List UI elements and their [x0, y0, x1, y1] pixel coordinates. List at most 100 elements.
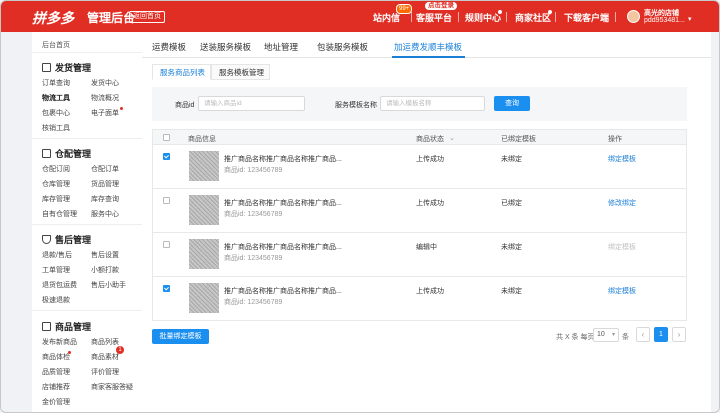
- row-checkbox[interactable]: [163, 241, 170, 248]
- sidebar-item-product-checkup[interactable]: 商品体检: [42, 352, 70, 362]
- e-waybill-notify-dot: [120, 107, 123, 110]
- sidebar-item-product-list[interactable]: 商品列表: [91, 337, 119, 347]
- page-size-select[interactable]: 10 ▾: [593, 328, 619, 342]
- sidebar-item-warehouse-orders[interactable]: 仓配订单: [91, 164, 119, 174]
- col-product-status[interactable]: 商品状态: [416, 134, 444, 144]
- back-home-button[interactable]: 返回首页: [129, 11, 165, 23]
- sidebar-group-warehouse[interactable]: 仓配管理: [42, 147, 91, 160]
- sort-chevron-icon[interactable]: ⌄: [449, 134, 455, 142]
- bind-template-link[interactable]: 绑定模板: [608, 154, 636, 164]
- sidebar-divider: [32, 52, 142, 53]
- main-content: 运费模板 送装服务模板 地址管理 包装服务模板 加运费发顺丰模板 服务商品列表 …: [142, 32, 711, 412]
- col-bound-template: 已绑定模板: [501, 136, 536, 143]
- table-row: 推广商品名称推广商品名称推广商品... 商品id: 123456789 上传成功…: [152, 189, 687, 233]
- bound-template: 未绑定: [501, 156, 522, 163]
- sidebar-item-customer-qa[interactable]: 商家客服答疑: [91, 382, 133, 392]
- bind-template-link[interactable]: 绑定模板: [608, 286, 636, 296]
- table-row: 推广商品名称推广商品名称推广商品... 商品id: 123456789 编辑中 …: [152, 233, 687, 277]
- sidebar-group-after-sales[interactable]: 售后管理: [42, 233, 91, 246]
- next-page-button[interactable]: ›: [672, 327, 686, 342]
- active-tab-indicator: [392, 56, 465, 58]
- sidebar-item-writeoff-tools[interactable]: 核销工具: [42, 123, 70, 133]
- sidebar-item-refunds[interactable]: 退款/售后: [42, 250, 72, 260]
- nav-inbox[interactable]: 站内信: [373, 11, 400, 24]
- community-notify-dot: [548, 10, 552, 14]
- product-id-input[interactable]: 请输入商品id: [198, 96, 305, 111]
- sidebar-item-publish-product[interactable]: 发布新商品: [42, 337, 77, 347]
- sidebar-group-products[interactable]: 商品管理: [42, 320, 91, 333]
- brand-logo[interactable]: 拼多多: [32, 8, 74, 28]
- sidebar-item-shipping-center[interactable]: 发货中心: [91, 78, 119, 88]
- nav-rules-center[interactable]: 规则中心: [465, 11, 501, 24]
- sidebar-item-logistics-tools[interactable]: 物流工具: [42, 93, 70, 103]
- search-button[interactable]: 查询: [494, 96, 530, 111]
- row-checkbox[interactable]: [163, 197, 170, 204]
- product-thumbnail: [189, 239, 219, 269]
- bag-icon: [42, 322, 51, 331]
- tab-packaging-template[interactable]: 包装服务模板: [317, 41, 368, 53]
- sidebar-item-own-warehouse[interactable]: 自有仓管理: [42, 209, 77, 219]
- col-product-info: 商品信息: [188, 136, 216, 143]
- store-avatar[interactable]: [627, 10, 640, 23]
- sidebar-item-tickets[interactable]: 工单管理: [42, 265, 70, 275]
- sidebar-item-warehouse-subscribe[interactable]: 仓配订阅: [42, 164, 70, 174]
- sidebar-group-label: 商品管理: [55, 322, 92, 332]
- sidebar-item-review-manage[interactable]: 评价管理: [91, 367, 119, 377]
- bound-template: 未绑定: [501, 244, 522, 251]
- sidebar-item-e-waybill[interactable]: 电子面单: [91, 108, 119, 118]
- template-name-input[interactable]: 请输入模板名称: [380, 96, 485, 111]
- sidebar-item-small-payment[interactable]: 小额打款: [91, 265, 119, 275]
- sidebar-item-gold-price[interactable]: 金价管理: [42, 397, 70, 407]
- sidebar-item-inventory-query[interactable]: 库存查询: [91, 194, 119, 204]
- nav-divider: [615, 12, 616, 22]
- product-name: 推广商品名称推广商品名称推广商品...: [224, 200, 342, 207]
- top-bar: 拼多多 管理后台 返回首页 站内信 99+ 点击登录 客服平台 规则中心 商家社…: [1, 1, 719, 32]
- product-status: 编辑中: [416, 244, 437, 251]
- nav-divider: [555, 12, 556, 22]
- sidebar-divider: [32, 138, 142, 139]
- sidebar-item-service-center[interactable]: 服务中心: [91, 209, 119, 219]
- sidebar-group-shipping[interactable]: 发货管理: [42, 61, 91, 74]
- sidebar-item-return-shipping[interactable]: 退货包运费: [42, 280, 77, 290]
- tab-shipping-fee-template[interactable]: 运费模板: [152, 41, 186, 53]
- tab-delivery-install-template[interactable]: 送装服务模板: [200, 41, 251, 53]
- store-id: pdd953481...: [644, 17, 685, 24]
- nav-merchant-community[interactable]: 商家社区: [515, 11, 551, 24]
- row-checkbox[interactable]: [163, 285, 170, 292]
- row-checkbox[interactable]: [163, 153, 170, 160]
- sidebar-item-inventory-manage[interactable]: 库存管理: [42, 194, 70, 204]
- product-thumbnail: [189, 151, 219, 181]
- sidebar-item-product-materials[interactable]: 商品素材: [91, 352, 119, 362]
- chevron-down-icon: ▾: [611, 332, 615, 338]
- tab-address-manage[interactable]: 地址管理: [264, 41, 298, 53]
- filter-panel: 商品id 请输入商品id 服务模板名称 请输入模板名称 查询: [152, 87, 687, 121]
- template-name-label: 服务模板名称: [335, 102, 377, 109]
- sidebar-item-package-center[interactable]: 包裹中心: [42, 108, 70, 118]
- prev-page-button[interactable]: ‹: [636, 327, 650, 342]
- sidebar-item-goods-manage[interactable]: 货品管理: [91, 179, 119, 189]
- sidebar-item-fast-refund[interactable]: 极速退款: [42, 295, 70, 305]
- sidebar-item-after-sales-settings[interactable]: 售后设置: [91, 250, 119, 260]
- page-button-current[interactable]: 1: [654, 327, 668, 342]
- sidebar-group-label: 仓配管理: [55, 149, 92, 159]
- nav-download-client[interactable]: 下载客户端: [564, 11, 609, 24]
- sidebar-item-logistics-overview[interactable]: 物流概况: [91, 93, 119, 103]
- modify-binding-link[interactable]: 修改绑定: [608, 198, 636, 208]
- sidebar-item-home[interactable]: 后台首页: [42, 40, 70, 50]
- batch-bind-template-button[interactable]: 批量绑定模板: [152, 329, 209, 344]
- subtab-service-products[interactable]: 服务商品列表: [152, 64, 211, 80]
- sidebar-item-order-query[interactable]: 订单查询: [42, 78, 70, 88]
- tab-sf-express-template[interactable]: 加运费发顺丰模板: [394, 41, 462, 53]
- table-header: 商品信息 商品状态 ⌄ 已绑定模板 操作: [152, 129, 687, 145]
- product-id: 商品id: 123456789: [224, 255, 283, 262]
- login-hint-badge[interactable]: 点击登录: [425, 2, 457, 10]
- subtab-template-manage[interactable]: 服务模板管理: [211, 64, 270, 80]
- sidebar-item-quality-manage[interactable]: 品质管理: [42, 367, 70, 377]
- nav-customer-service[interactable]: 客服平台: [416, 11, 452, 24]
- sidebar-item-warehouse-manage[interactable]: 仓库管理: [42, 179, 70, 189]
- select-all-checkbox[interactable]: [163, 134, 170, 141]
- sidebar-item-store-recommend[interactable]: 店铺推荐: [42, 382, 70, 392]
- col-actions: 操作: [608, 136, 622, 143]
- sidebar-item-after-sales-assistant[interactable]: 售后小助手: [91, 280, 126, 290]
- chevron-down-icon[interactable]: ▾: [688, 15, 692, 23]
